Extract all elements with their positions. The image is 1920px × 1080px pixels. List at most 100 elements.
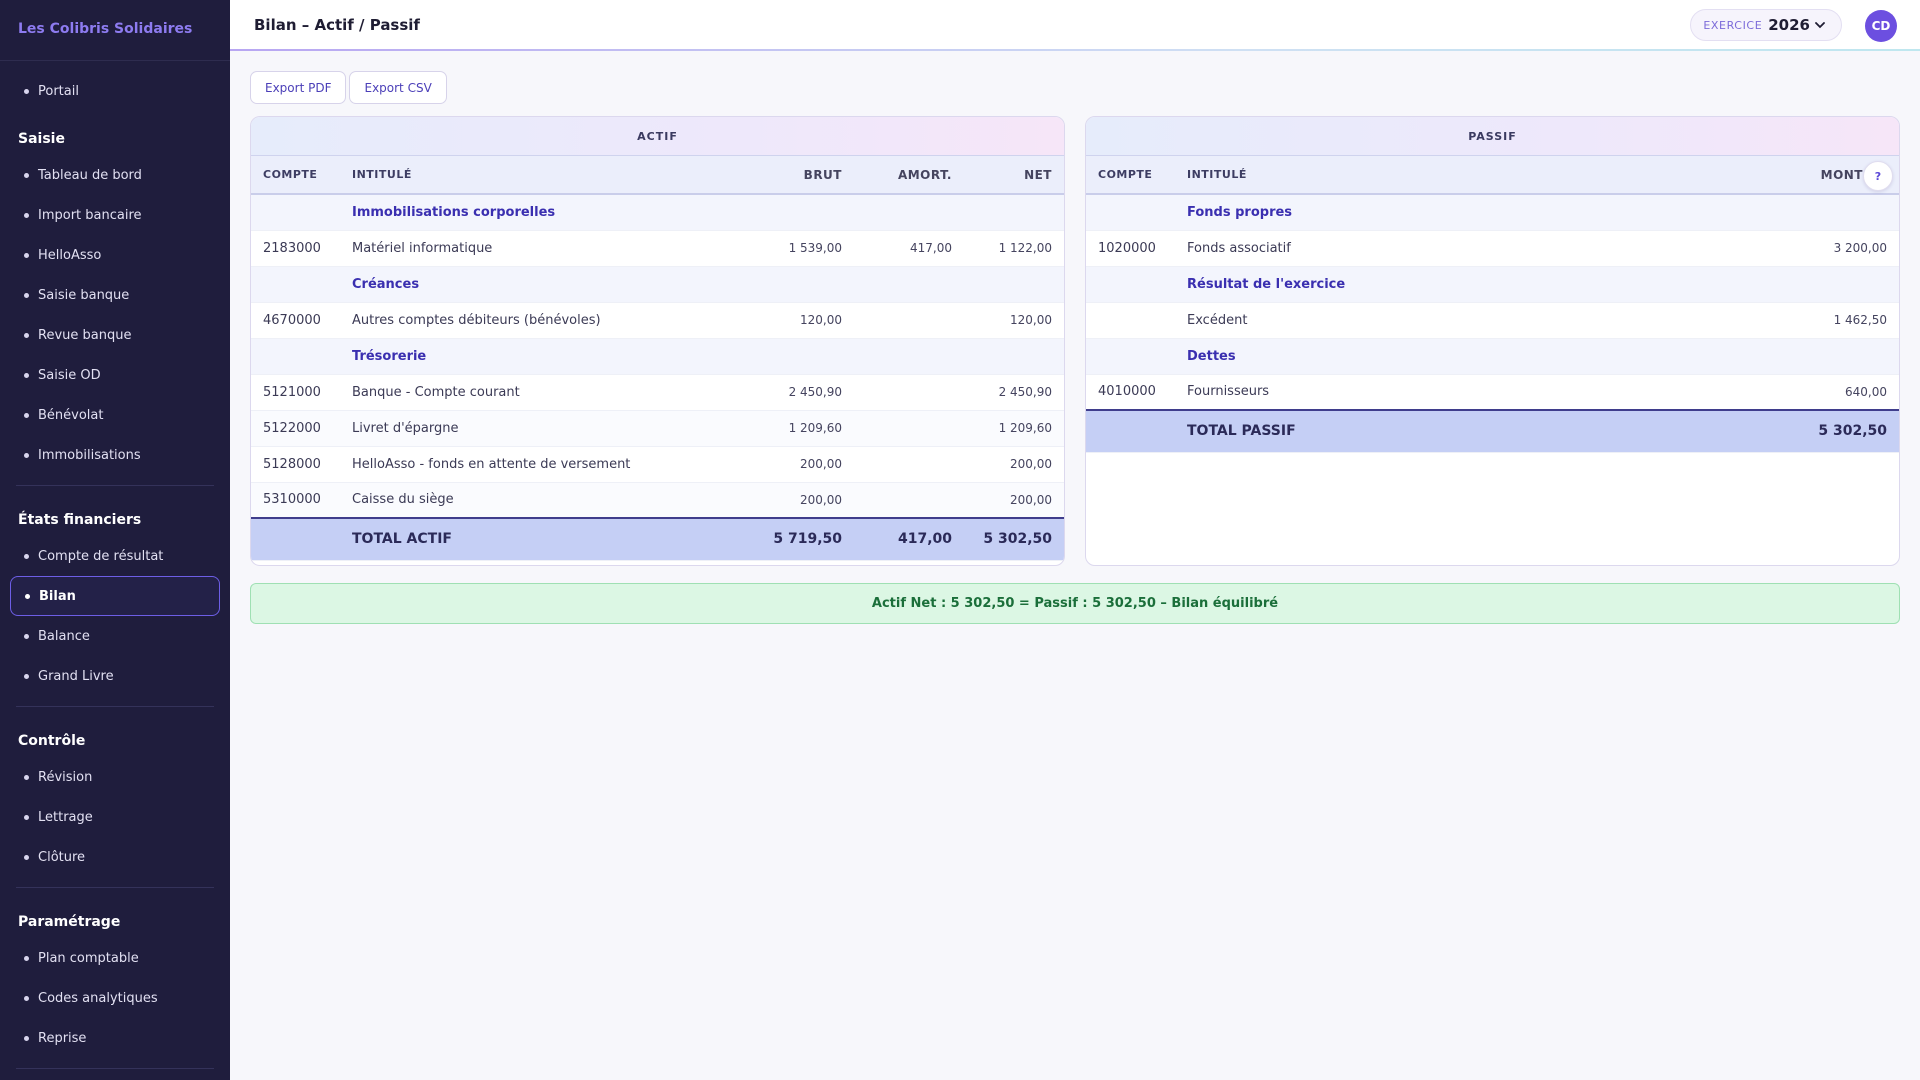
sidebar-item-label: Immobilisations <box>38 447 141 463</box>
avatar[interactable]: CD <box>1865 10 1897 42</box>
sidebar-item-label: Reprise <box>38 1030 87 1046</box>
compte-cell: 5122000 <box>251 410 352 447</box>
total-label: TOTAL PASSIF <box>1187 409 1749 453</box>
sidebar-item-label: Bénévolat <box>38 407 104 423</box>
montant-cell: 640,00 <box>1749 374 1899 411</box>
table-row[interactable]: 5310000 Caisse du siège 200,00 200,00 <box>251 482 1064 519</box>
sidebar-item-label: Saisie banque <box>38 287 130 303</box>
sidebar-item-revision[interactable]: Révision <box>10 757 220 797</box>
table-row[interactable]: 4670000 Autres comptes débiteurs (bénévo… <box>251 302 1064 339</box>
sidebar-item-import-bancaire[interactable]: Import bancaire <box>10 195 220 235</box>
help-icon[interactable]: ? <box>1863 161 1893 191</box>
toolbar: Export PDF Export CSV <box>250 71 447 104</box>
intitule-cell: Matériel informatique <box>352 230 732 267</box>
compte-cell: 2183000 <box>251 230 352 267</box>
sidebar-item-plan-comptable[interactable]: Plan comptable <box>10 938 220 978</box>
bullet-icon <box>24 955 29 961</box>
total-montant: 5 302,50 <box>1749 409 1899 453</box>
sidebar-item-reprise[interactable]: Reprise <box>10 1018 220 1058</box>
bullet-icon <box>24 252 29 258</box>
sidebar-item-bilan[interactable]: Bilan <box>10 576 220 616</box>
intitule-cell: Fournisseurs <box>1187 374 1749 411</box>
sidebar-item-portail[interactable]: Portail <box>10 71 220 111</box>
sidebar-item-saisie-od[interactable]: Saisie OD <box>10 355 220 395</box>
sidebar-item-tableau-de-bord[interactable]: Tableau de bord <box>10 155 220 195</box>
sidebar-item-label: Bilan <box>39 588 76 604</box>
sidebar-item-revue-banque[interactable]: Revue banque <box>10 315 220 355</box>
page-title: Bilan – Actif / Passif <box>254 16 420 34</box>
column-header-intitule: INTITULÉ <box>352 156 732 195</box>
sidebar-item-label: Lettrage <box>38 809 93 825</box>
intitule-cell: Banque - Compte courant <box>352 374 732 411</box>
net-cell: 1 122,00 <box>952 230 1064 267</box>
bullet-icon <box>24 412 29 418</box>
total-actif-row: TOTAL ACTIF 5 719,50 417,00 5 302,50 <box>251 517 1064 561</box>
sidebar-item-balance[interactable]: Balance <box>10 616 220 656</box>
sidebar-divider <box>16 706 214 707</box>
bullet-icon <box>24 774 29 780</box>
net-cell: 1 209,60 <box>952 410 1064 447</box>
top-header: Bilan – Actif / Passif EXERCICE 2026 CD <box>230 0 1920 51</box>
sidebar-item-lettrage[interactable]: Lettrage <box>10 797 220 837</box>
exercice-selector[interactable]: EXERCICE 2026 <box>1690 9 1842 41</box>
net-cell: 120,00 <box>952 302 1064 339</box>
amort-cell <box>842 302 952 339</box>
bullet-icon <box>24 212 29 218</box>
sidebar-item-grand-livre[interactable]: Grand Livre <box>10 656 220 696</box>
sidebar-item-saisie-banque[interactable]: Saisie banque <box>10 275 220 315</box>
brut-cell: 200,00 <box>732 482 842 519</box>
compte-cell <box>1086 302 1187 339</box>
total-amort: 417,00 <box>842 517 952 561</box>
export-pdf-button[interactable]: Export PDF <box>250 71 347 104</box>
actif-header-row: COMPTE INTITULÉ BRUT AMORT. NET <box>251 156 1064 195</box>
sidebar-item-immobilisations[interactable]: Immobilisations <box>10 435 220 475</box>
group-row: Fonds propres <box>1086 194 1899 231</box>
actif-title: ACTIF <box>251 117 1064 156</box>
amort-cell <box>842 410 952 447</box>
group-row: Trésorerie <box>251 338 1064 375</box>
amort-cell <box>842 374 952 411</box>
total-label: TOTAL ACTIF <box>352 517 732 561</box>
intitule-cell: Fonds associatif <box>1187 230 1749 267</box>
passif-table: COMPTE INTITULÉ MONT Fonds propres 10200… <box>1086 156 1899 453</box>
intitule-cell: HelloAsso - fonds en attente de versemen… <box>352 446 732 483</box>
group-row: Immobilisations corporelles <box>251 194 1064 231</box>
brut-cell: 1 539,00 <box>732 230 842 267</box>
compte-cell: 5128000 <box>251 446 352 483</box>
column-header-amort: AMORT. <box>842 156 952 195</box>
export-csv-button[interactable]: Export CSV <box>349 71 447 104</box>
sidebar-item-label: Balance <box>38 628 90 644</box>
table-row[interactable]: 1020000 Fonds associatif 3 200,00 <box>1086 230 1899 267</box>
sidebar-item-label: HelloAsso <box>38 247 102 263</box>
amort-cell: 417,00 <box>842 230 952 267</box>
table-row[interactable]: 5121000 Banque - Compte courant 2 450,90… <box>251 374 1064 411</box>
bullet-icon <box>25 593 30 599</box>
bullet-icon <box>24 553 29 559</box>
table-row[interactable]: 4010000 Fournisseurs 640,00 <box>1086 374 1899 411</box>
bullet-icon <box>24 452 29 458</box>
group-label: Résultat de l'exercice <box>1187 266 1899 303</box>
table-row[interactable]: 2183000 Matériel informatique 1 539,00 4… <box>251 230 1064 267</box>
sidebar-item-compte-de-resultat[interactable]: Compte de résultat <box>10 536 220 576</box>
bullet-icon <box>24 1035 29 1041</box>
sidebar-item-benevolat[interactable]: Bénévolat <box>10 395 220 435</box>
compte-cell: 4670000 <box>251 302 352 339</box>
table-row[interactable]: 5128000 HelloAsso - fonds en attente de … <box>251 446 1064 483</box>
bullet-icon <box>24 854 29 860</box>
column-header-compte: COMPTE <box>1086 156 1187 195</box>
sidebar-item-codes-analytiques[interactable]: Codes analytiques <box>10 978 220 1018</box>
group-row: Dettes <box>1086 338 1899 375</box>
actif-table: COMPTE INTITULÉ BRUT AMORT. NET Immobili… <box>251 156 1064 561</box>
brand-name[interactable]: Les Colibris Solidaires <box>0 0 230 61</box>
intitule-cell: Caisse du siège <box>352 482 732 519</box>
table-row[interactable]: Excédent 1 462,50 <box>1086 302 1899 339</box>
table-row[interactable]: 5122000 Livret d'épargne 1 209,60 1 209,… <box>251 410 1064 447</box>
brut-cell: 1 209,60 <box>732 410 842 447</box>
column-header-brut: BRUT <box>732 156 842 195</box>
group-row: Résultat de l'exercice <box>1086 266 1899 303</box>
sidebar-item-label: Révision <box>38 769 93 785</box>
intitule-cell: Excédent <box>1187 302 1749 339</box>
montant-cell: 1 462,50 <box>1749 302 1899 339</box>
sidebar-item-helloasso[interactable]: HelloAsso <box>10 235 220 275</box>
sidebar-item-cloture[interactable]: Clôture <box>10 837 220 877</box>
